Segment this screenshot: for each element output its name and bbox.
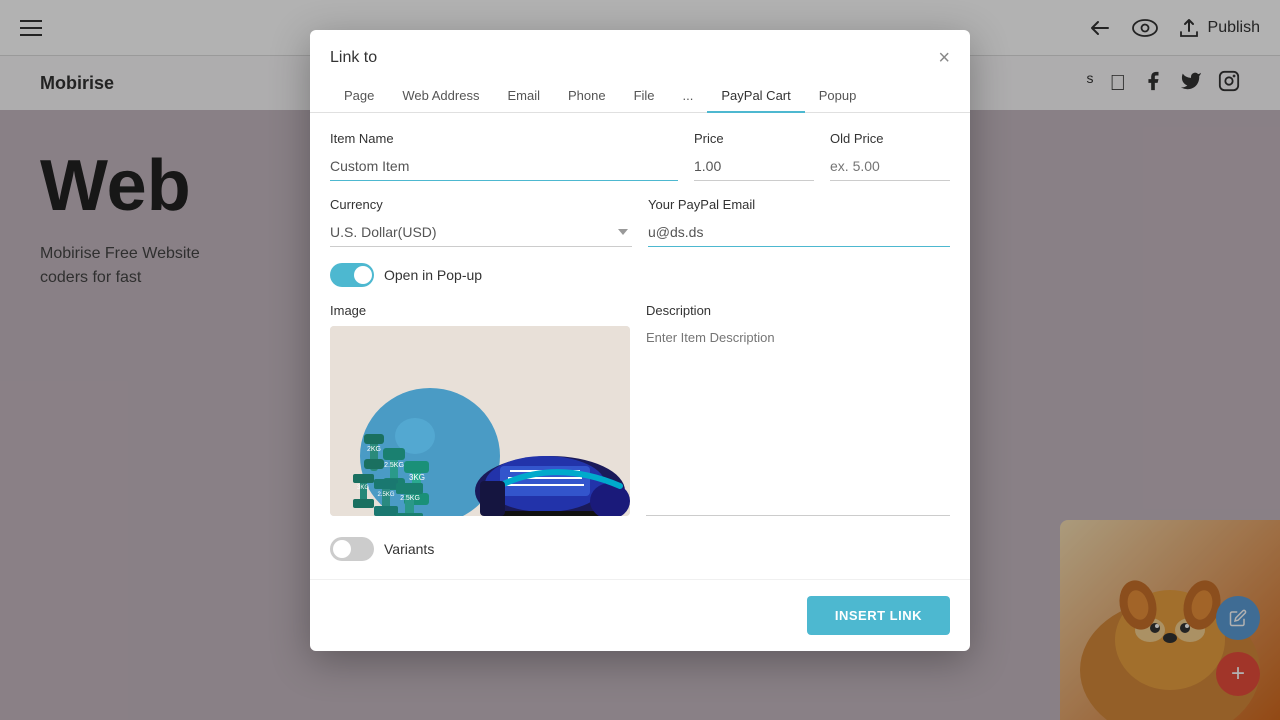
svg-text:3KG: 3KG [357,485,369,491]
insert-link-button[interactable]: INSERT LINK [807,596,950,635]
description-label: Description [646,303,950,318]
modal-footer: INSERT LINK [310,579,970,651]
tab-more[interactable]: ... [669,80,708,113]
price-input[interactable] [694,152,814,181]
tab-paypal-cart[interactable]: PayPal Cart [707,80,804,113]
open-popup-row: Open in Pop-up [330,263,950,287]
image-label: Image [330,303,630,318]
modal-title: Link to [330,49,377,67]
tab-email[interactable]: Email [493,80,554,113]
paypal-email-label: Your PayPal Email [648,197,950,212]
link-modal: Link to × Page Web Address Email Phone F… [310,30,970,651]
currency-select[interactable]: U.S. Dollar(USD) Euro(EUR) British Pound… [330,218,632,247]
item-name-group: Item Name [330,131,678,181]
old-price-label: Old Price [830,131,950,146]
form-row-2: Currency U.S. Dollar(USD) Euro(EUR) Brit… [330,197,950,247]
toggle-slider [330,263,374,287]
open-popup-toggle[interactable] [330,263,374,287]
currency-label: Currency [330,197,632,212]
description-section: Description [646,303,950,521]
old-price-input[interactable] [830,152,950,181]
modal-body: Item Name Price Old Price Currency U.S. … [310,113,970,579]
tab-file[interactable]: File [620,80,669,113]
tab-phone[interactable]: Phone [554,80,620,113]
tab-page[interactable]: Page [330,80,388,113]
svg-text:3KG: 3KG [409,473,425,482]
modal-header: Link to × [310,30,970,68]
tab-bar: Page Web Address Email Phone File ... Pa… [310,80,970,113]
close-button[interactable]: × [938,48,950,68]
svg-text:2KG: 2KG [367,446,381,453]
svg-text:2.5KG: 2.5KG [377,492,394,498]
old-price-group: Old Price [830,131,950,181]
currency-group: Currency U.S. Dollar(USD) Euro(EUR) Brit… [330,197,632,247]
tab-web-address[interactable]: Web Address [388,80,493,113]
price-label: Price [694,131,814,146]
item-name-label: Item Name [330,131,678,146]
variants-toggle[interactable] [330,537,374,561]
description-textarea[interactable] [646,326,950,516]
price-group: Price [694,131,814,181]
variants-slider [330,537,374,561]
variants-label: Variants [384,541,434,557]
image-preview[interactable]: 2KG 2.5KG 3KG [330,326,630,516]
paypal-email-group: Your PayPal Email [648,197,950,247]
variants-row: Variants [330,537,950,561]
item-name-input[interactable] [330,152,678,181]
svg-text:2.5KG: 2.5KG [400,495,420,502]
svg-text:2.5KG: 2.5KG [384,462,404,469]
content-row: Image [330,303,950,521]
paypal-email-input[interactable] [648,218,950,247]
open-popup-label: Open in Pop-up [384,267,482,283]
tab-popup[interactable]: Popup [805,80,871,113]
image-section: Image [330,303,630,521]
form-row-1: Item Name Price Old Price [330,131,950,181]
